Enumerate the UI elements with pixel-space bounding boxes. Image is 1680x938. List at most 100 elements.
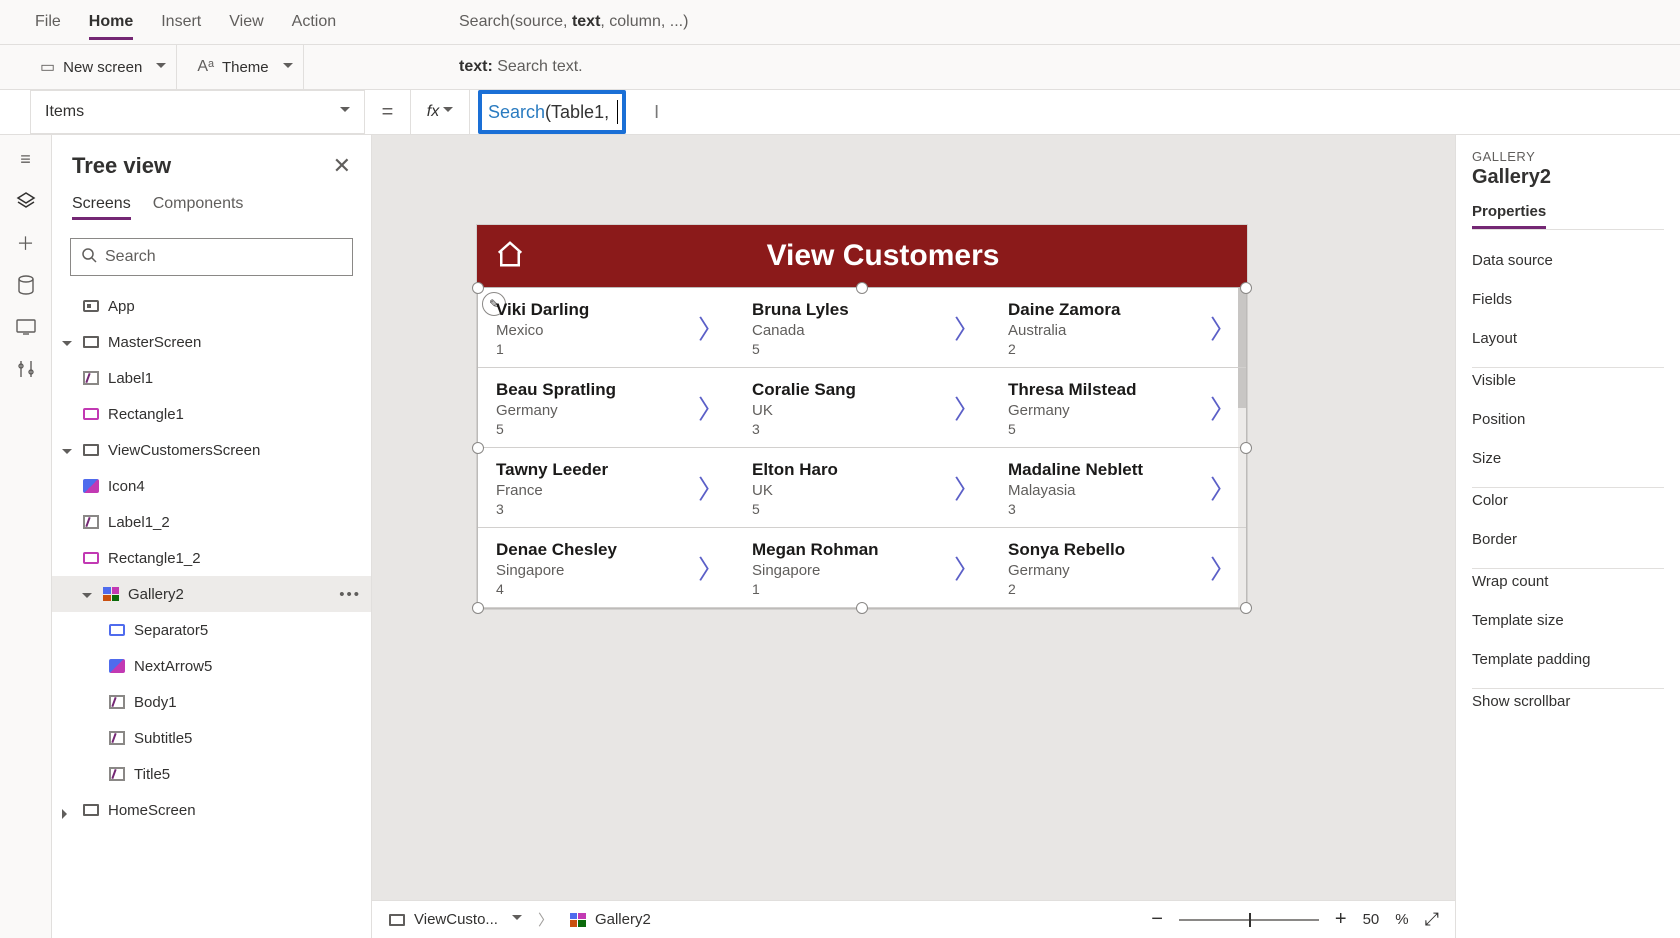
resize-handle[interactable] [472,442,484,454]
fx-button[interactable]: fx [410,90,470,134]
formula-input[interactable]: Search(Table1, I [470,90,1680,134]
gallery-item[interactable]: Denae ChesleySingapore4〉 [478,528,734,608]
tree-item-masterscreen[interactable]: MasterScreen [52,324,371,360]
tree-item-viewcustomersscreen[interactable]: ViewCustomersScreen [52,432,371,468]
prop-layout[interactable]: Layout [1472,330,1664,347]
gallery-item[interactable]: Viki DarlingMexico1〉 [478,288,734,368]
gallery-item[interactable]: Daine ZamoraAustralia2〉 [990,288,1246,368]
prop-size[interactable]: Size [1472,450,1664,467]
gallery-item[interactable]: Madaline NeblettMalayasia3〉 [990,448,1246,528]
prop-data-source[interactable]: Data source [1472,252,1664,269]
gallery-item[interactable]: Sonya RebelloGermany2〉 [990,528,1246,608]
menu-insert[interactable]: Insert [161,13,201,31]
tree-item-rectangle1-2[interactable]: Rectangle1_2 [52,540,371,576]
gallery-item[interactable]: Elton HaroUK5〉 [734,448,990,528]
expand-icon[interactable] [82,588,94,600]
next-arrow-icon[interactable]: 〉 [954,469,980,506]
prop-color[interactable]: Color [1472,487,1664,509]
gallery-item[interactable]: Megan RohmanSingapore1〉 [734,528,990,608]
tree-item-app[interactable]: App [52,288,371,324]
tree-item-label1-2[interactable]: Label1_2 [52,504,371,540]
property-selector[interactable]: Items [30,90,365,134]
next-arrow-icon[interactable]: 〉 [698,549,724,586]
resize-handle[interactable] [1240,602,1252,614]
prop-visible[interactable]: Visible [1472,367,1664,389]
prop-fields[interactable]: Fields [1472,291,1664,308]
prop-border[interactable]: Border [1472,531,1664,548]
next-arrow-icon[interactable]: 〉 [954,389,980,426]
media-icon[interactable] [14,315,38,339]
tree-item-label1[interactable]: Label1 [52,360,371,396]
data-icon[interactable] [14,273,38,297]
menu-file[interactable]: File [35,13,61,31]
resize-handle[interactable] [472,602,484,614]
gallery-item[interactable]: Beau SpratlingGermany5〉 [478,368,734,448]
item-body: 1 [496,341,716,357]
resize-handle[interactable] [856,282,868,294]
next-arrow-icon[interactable]: 〉 [698,309,724,346]
gallery-item[interactable]: Bruna LylesCanada5〉 [734,288,990,368]
app-canvas[interactable]: View Customers ✎ Viki DarlingMexico1〉Bru… [477,225,1247,609]
tree-search-input[interactable]: Search [70,238,353,276]
canvas-area[interactable]: View Customers ✎ Viki DarlingMexico1〉Bru… [372,135,1455,938]
gallery-item[interactable]: Coralie SangUK3〉 [734,368,990,448]
more-icon[interactable]: ••• [339,586,361,603]
next-arrow-icon[interactable]: 〉 [1210,389,1236,426]
prop-wrap-count[interactable]: Wrap count [1472,568,1664,590]
next-arrow-icon[interactable]: 〉 [698,469,724,506]
next-arrow-icon[interactable]: 〉 [954,309,980,346]
next-arrow-icon[interactable]: 〉 [1210,309,1236,346]
home-icon[interactable] [495,239,525,274]
tab-components[interactable]: Components [153,195,244,220]
expand-icon[interactable] [62,444,74,456]
tree-item-homescreen[interactable]: HomeScreen [52,792,371,828]
theme-button[interactable]: Aᵃ Theme [187,45,303,90]
breadcrumb-control[interactable]: Gallery2 [569,911,651,929]
prop-position[interactable]: Position [1472,411,1664,428]
insert-icon[interactable]: ＋ [14,231,38,255]
tree-item-separator5[interactable]: Separator5 [52,612,371,648]
ribbon-left: ▭ New screen Aᵃ Theme [0,45,447,90]
gallery-control[interactable]: ✎ Viki DarlingMexico1〉Bruna LylesCanada5… [477,287,1247,609]
tab-properties[interactable]: Properties [1472,203,1546,229]
gallery-item[interactable]: Thresa MilsteadGermany5〉 [990,368,1246,448]
hamburger-icon[interactable]: ≡ [14,147,38,171]
item-title: Tawny Leeder [496,460,716,480]
breadcrumb-screen[interactable]: ViewCusto... [388,910,522,929]
tree-view-icon[interactable] [14,189,38,213]
prop-template-padding[interactable]: Template padding [1472,651,1664,668]
menu-home[interactable]: Home [89,13,133,40]
prop-show-scrollbar[interactable]: Show scrollbar [1472,688,1664,710]
menu-view[interactable]: View [229,13,263,31]
resize-handle[interactable] [856,602,868,614]
zoom-in-button[interactable]: + [1335,908,1347,931]
tree-item-rectangle1[interactable]: Rectangle1 [52,396,371,432]
zoom-slider[interactable] [1179,919,1319,921]
menu-action[interactable]: Action [292,13,336,31]
tree-item-title5[interactable]: Title5 [52,756,371,792]
next-arrow-icon[interactable]: 〉 [1210,469,1236,506]
tree-item-icon4[interactable]: Icon4 [52,468,371,504]
tab-screens[interactable]: Screens [72,195,131,220]
item-title: Bruna Lyles [752,300,972,320]
close-icon[interactable]: ✕ [333,153,351,179]
advanced-tools-icon[interactable] [14,357,38,381]
resize-handle[interactable] [1240,282,1252,294]
tree-item-nextarrow5[interactable]: NextArrow5 [52,648,371,684]
tree-item-subtitle5[interactable]: Subtitle5 [52,720,371,756]
new-screen-button[interactable]: ▭ New screen [30,45,177,90]
collapse-icon[interactable] [62,804,74,816]
gallery-item[interactable]: Tawny LeederFrance3〉 [478,448,734,528]
zoom-out-button[interactable]: − [1151,908,1163,931]
tree-item-body1[interactable]: Body1 [52,684,371,720]
control-name[interactable]: Gallery2 [1472,166,1664,189]
expand-icon[interactable] [62,336,74,348]
prop-template-size[interactable]: Template size [1472,612,1664,629]
resize-handle[interactable] [1240,442,1252,454]
next-arrow-icon[interactable]: 〉 [1210,549,1236,586]
next-arrow-icon[interactable]: 〉 [698,389,724,426]
fit-to-window-icon[interactable]: ⤢ [1425,909,1439,930]
tree-item-gallery2[interactable]: Gallery2 ••• [52,576,371,612]
next-arrow-icon[interactable]: 〉 [954,549,980,586]
resize-handle[interactable] [472,282,484,294]
